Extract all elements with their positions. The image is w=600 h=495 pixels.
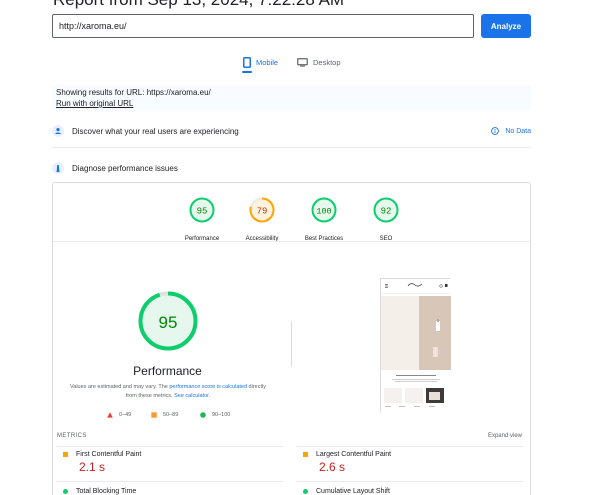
device-tabs: Mobile Desktop [0,52,600,73]
score-value: 95 [197,207,208,217]
score-value: 92 [381,207,392,217]
section-divider [52,147,531,148]
results-url-box: Showing results for URL: https://xaroma.… [52,85,531,111]
see-calculator-link[interactable]: See calculator. [174,393,210,399]
mobile-phone-icon [243,56,251,68]
crux-no-data: No Data [491,127,531,135]
metric-divider [297,446,523,447]
metric-largest-contentful-paint: Largest Contentful Paint 2.6 s [303,451,529,474]
performance-score-value: 95 [159,313,178,332]
legend-fail: 0–49 [107,412,131,418]
expand-view-button[interactable]: Expand view [488,433,522,439]
users-icon [52,125,64,137]
metrics-section-label: METRICS [57,433,87,439]
crux-title: Discover what your real users are experi… [72,126,239,136]
square-icon [63,452,68,457]
score-gauge-seo[interactable]: 92 SEO [366,196,406,242]
metric-name: Largest Contentful Paint [316,451,392,458]
square-icon [303,452,308,457]
report-title: Report from Sep 13, 2024, 7:22:28 AM [53,0,344,10]
circle-icon [200,412,206,418]
metric-value: 2.1 s [79,460,106,474]
metric-divider [57,446,283,447]
page-screenshot-thumbnail [380,278,451,413]
no-data-label: No Data [505,127,531,135]
square-icon [151,412,157,418]
active-tab-indicator [242,71,252,73]
metric-first-contentful-paint: First Contentful Paint 2.1 s [63,451,289,474]
metric-name: Total Blocking Time [76,488,137,495]
diagnose-section: Diagnose performance issues [52,160,531,176]
tab-mobile[interactable]: Mobile [243,52,278,72]
score-gauge-best-practices[interactable]: 100 Best Practices [304,196,344,242]
legend-pass: 90–100 [200,412,230,418]
metric-name: First Contentful Paint [76,451,142,458]
crux-section[interactable]: Discover what your real users are experi… [52,123,531,139]
card-divider [53,241,530,242]
performance-big-gauge: 95 [138,291,198,351]
desktop-monitor-icon [297,57,308,67]
vertical-separator [291,321,292,367]
results-url-text: Showing results for URL: https://xaroma.… [56,88,211,97]
performance-note: Values are estimated and may vary. The p… [70,384,266,399]
diagnose-title: Diagnose performance issues [72,163,178,173]
metric-divider [57,481,283,482]
metric-name: Cumulative Layout Shift [316,488,390,495]
info-icon [491,127,500,135]
circle-icon [63,489,68,494]
metric-total-blocking-time: Total Blocking Time [63,488,289,495]
url-input[interactable] [52,14,474,38]
score-value: 79 [257,207,268,217]
run-original-url-link[interactable]: Run with original URL [56,99,133,108]
score-value: 100 [316,207,331,217]
analyze-button[interactable]: Analyze [481,14,531,38]
score-gauge-accessibility[interactable]: 79 Accessibility [242,196,282,242]
tab-desktop[interactable]: Desktop [297,52,341,72]
score-calculated-link[interactable]: performance score is calculated [169,384,247,390]
legend-average: 50–89 [151,412,178,418]
lighthouse-report-card: 95 Performance 79 Accessibility 100 Best… [52,182,531,495]
performance-title: Performance [133,364,202,378]
circle-icon [303,489,308,494]
metric-value: 2.6 s [319,460,346,474]
tab-desktop-label: Desktop [313,57,341,67]
tab-mobile-label: Mobile [256,57,279,67]
triangle-icon [107,412,113,418]
lighthouse-icon [52,162,64,174]
score-gauge-performance[interactable]: 95 Performance [182,196,222,242]
metric-divider [297,481,523,482]
metric-cumulative-layout-shift: Cumulative Layout Shift [303,488,529,495]
